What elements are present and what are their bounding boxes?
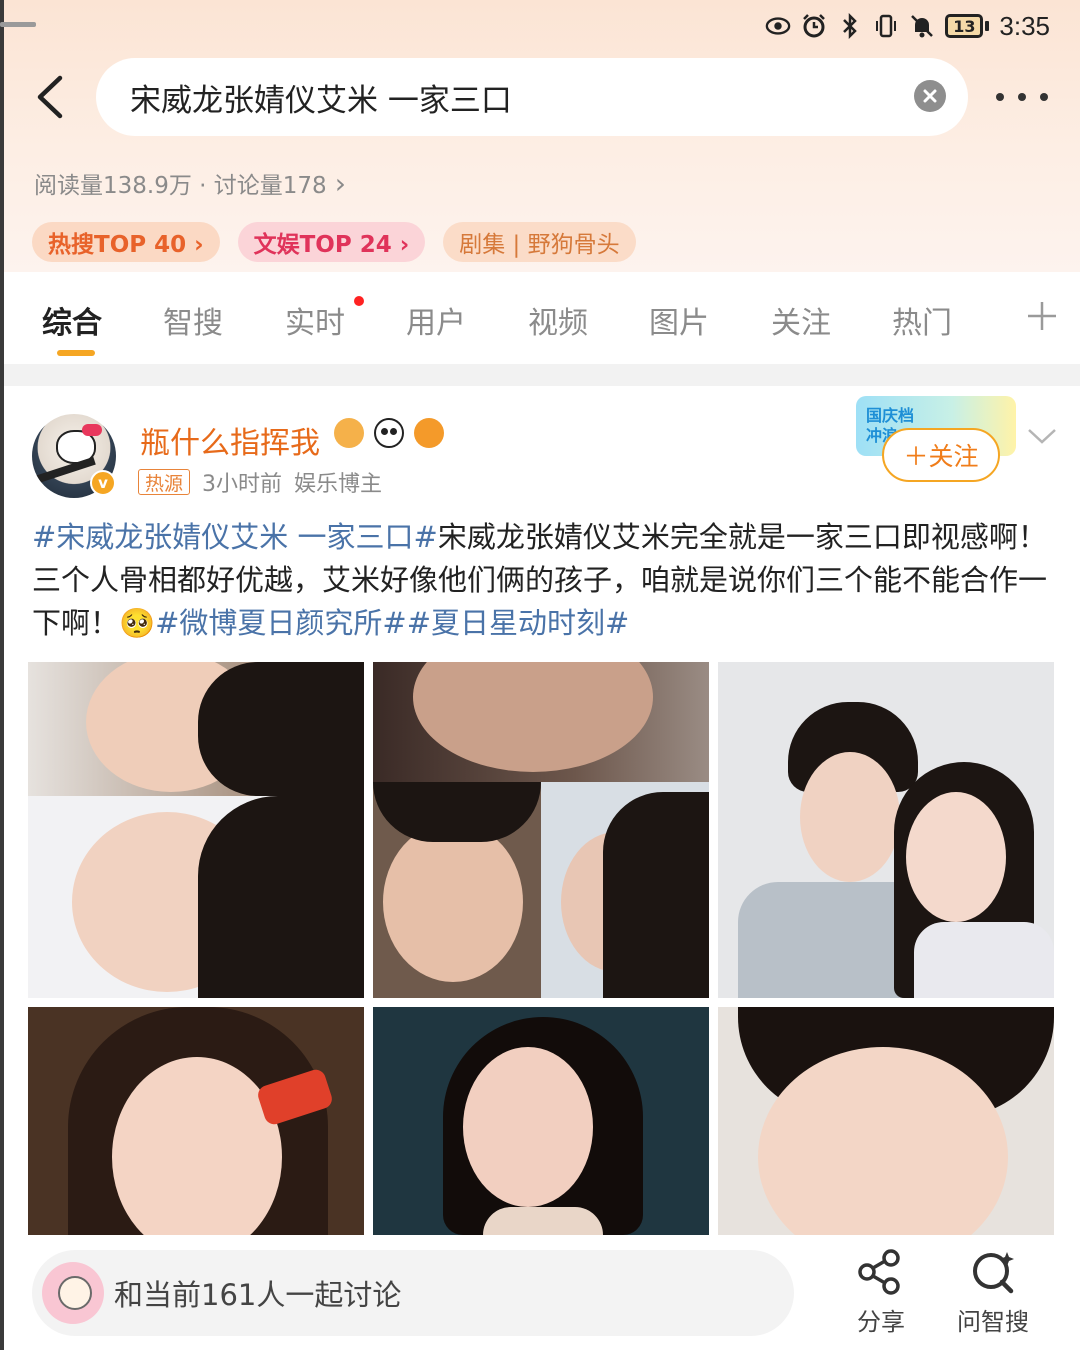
status-time: 3:35 xyxy=(999,10,1050,41)
tab-users[interactable]: 用户 xyxy=(406,298,466,342)
follow-area: 国庆档 冲浪 ＋关注 xyxy=(856,390,1036,500)
active-tab-indicator xyxy=(57,350,95,356)
post-card: v 瓶什么指挥我 热源 3小时前 娱乐博主 国庆档 冲浪 ＋关注 #宋威龙张婧仪… xyxy=(4,386,1080,1350)
back-button[interactable] xyxy=(30,72,74,122)
screen-edge xyxy=(0,0,4,1350)
photo-3[interactable] xyxy=(718,662,1054,998)
ask-smart-search-button[interactable]: 问智搜 xyxy=(948,1248,1038,1337)
search-input[interactable]: 宋威龙张婧仪艾米 一家三口 xyxy=(96,58,968,136)
crown-badge-icon xyxy=(334,418,364,448)
add-tab-icon[interactable] xyxy=(1026,300,1058,332)
share-label: 分享 xyxy=(857,1308,905,1336)
hashtag-link[interactable]: #夏日星动时刻# xyxy=(407,606,630,640)
discussion-input[interactable]: 和当前161人一起讨论 xyxy=(32,1250,794,1336)
user-name[interactable]: 瓶什么指挥我 xyxy=(140,418,320,462)
eye-icon xyxy=(765,13,791,39)
entertainment-rank-tag[interactable]: 文娱TOP 24 › xyxy=(237,222,426,262)
mute-bell-icon xyxy=(909,13,935,39)
more-options-button[interactable] xyxy=(996,82,1048,112)
share-button[interactable]: 分享 xyxy=(836,1248,926,1337)
verified-badge-icon: v xyxy=(90,470,116,496)
topic-tags: 热搜TOP 40 › 文娱TOP 24 › 剧集 | 野狗骨头 xyxy=(32,222,636,262)
fish-badge-icon xyxy=(414,418,444,448)
clear-search-button[interactable] xyxy=(914,80,946,112)
smart-search-icon xyxy=(973,1252,1014,1294)
topic-stats[interactable]: 阅读量138.9万 · 讨论量178 › xyxy=(34,166,346,200)
discussion-text: 和当前161人一起讨论 xyxy=(114,1278,402,1312)
battery-indicator: 13 xyxy=(945,14,990,38)
user-type: 娱乐博主 xyxy=(294,472,383,497)
battery-level: 13 xyxy=(945,14,984,38)
tab-following[interactable]: 关注 xyxy=(771,298,831,342)
ask-label: 问智搜 xyxy=(957,1308,1029,1336)
source-badge: 热源 xyxy=(138,469,191,495)
photo-4[interactable] xyxy=(28,1007,364,1235)
tab-popular[interactable]: 热门 xyxy=(892,298,952,342)
stats-text: 阅读量138.9万 · 讨论量178 xyxy=(34,173,327,199)
drama-tag[interactable]: 剧集 | 野狗骨头 xyxy=(443,222,636,262)
hashtag-link[interactable]: #宋威龙张婧仪艾米 一家三口# xyxy=(32,520,438,554)
chevron-down-icon[interactable] xyxy=(1026,426,1058,446)
discussion-avatar xyxy=(42,1262,104,1324)
alarm-icon xyxy=(801,13,827,39)
post-time: 3小时前 xyxy=(202,472,283,497)
vibrate-icon xyxy=(873,13,899,39)
photo-2[interactable] xyxy=(373,662,709,998)
close-icon xyxy=(923,89,937,103)
photo-6[interactable] xyxy=(718,1007,1054,1235)
photo-1[interactable] xyxy=(28,662,364,998)
status-bar: 13 3:35 xyxy=(765,8,1050,44)
post-meta: 热源 3小时前 娱乐博主 xyxy=(138,466,382,498)
panda-badge-icon xyxy=(374,418,404,448)
tab-realtime[interactable]: 实时 xyxy=(285,298,345,342)
share-icon xyxy=(858,1249,900,1295)
tab-video[interactable]: 视频 xyxy=(528,298,588,342)
search-query: 宋威龙张婧仪艾米 一家三口 xyxy=(130,82,512,119)
chevron-left-icon xyxy=(37,75,63,119)
screen-edge-marker xyxy=(0,22,36,27)
post-text: #宋威龙张婧仪艾米 一家三口#宋威龙张婧仪艾米完全就是一家三口即视感啊！三个人骨… xyxy=(32,516,1062,645)
bluetooth-icon xyxy=(837,13,863,39)
photo-5[interactable] xyxy=(373,1007,709,1235)
hashtag-link[interactable]: #微博夏日颜究所# xyxy=(155,606,407,640)
notification-dot xyxy=(354,296,364,306)
tab-bar: 综合 智搜 实时 用户 视频 图片 关注 热门 xyxy=(4,272,1080,364)
tab-comprehensive[interactable]: 综合 xyxy=(42,298,102,342)
bottom-bar: 和当前161人一起讨论 分享 问智搜 xyxy=(4,1236,1080,1350)
user-badges xyxy=(334,418,444,448)
tab-images[interactable]: 图片 xyxy=(649,298,709,342)
chevron-right-icon: › xyxy=(334,166,346,200)
more-dots-icon xyxy=(996,93,1004,101)
hot-search-tag[interactable]: 热搜TOP 40 › xyxy=(32,222,220,262)
tab-smart-search[interactable]: 智搜 xyxy=(163,298,223,342)
follow-button[interactable]: ＋关注 xyxy=(882,428,1000,482)
